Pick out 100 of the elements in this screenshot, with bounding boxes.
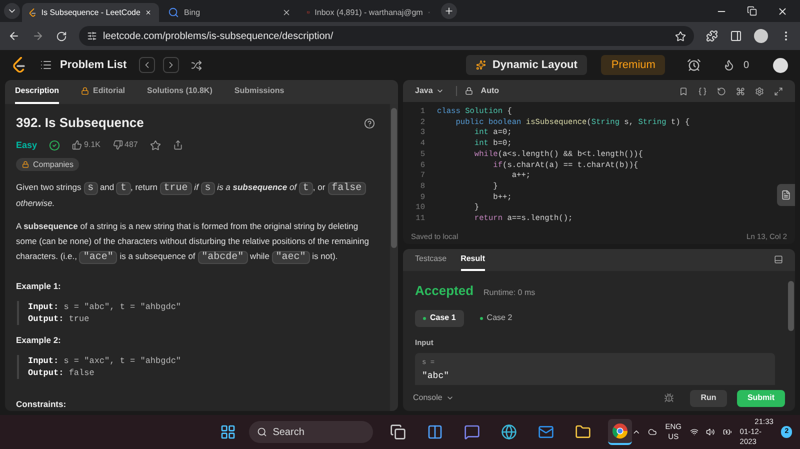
restore-icon[interactable] xyxy=(747,6,757,16)
mail-icon[interactable] xyxy=(538,424,554,440)
settings-icon[interactable] xyxy=(755,86,764,96)
chrome-icon[interactable] xyxy=(612,423,628,439)
panel-tab[interactable]: Editorial xyxy=(81,80,126,104)
panel-tab[interactable]: Testcase xyxy=(415,249,447,271)
like-icon[interactable] xyxy=(72,140,82,150)
like-count: 9.1K xyxy=(84,139,100,151)
dislike-count: 487 xyxy=(124,139,138,151)
extensions-icon[interactable] xyxy=(706,30,718,42)
streak-icon[interactable] xyxy=(723,59,736,71)
profile-avatar[interactable] xyxy=(754,29,768,43)
layout-icon[interactable] xyxy=(774,255,783,264)
browser-tab[interactable]: Inbox (4,891) - warthanaj@gm xyxy=(300,3,437,22)
start-icon[interactable] xyxy=(220,424,236,440)
expand-icon[interactable] xyxy=(774,86,783,96)
verdict-text: Accepted xyxy=(415,282,474,300)
previous-button[interactable] xyxy=(138,57,155,73)
forward-icon[interactable] xyxy=(32,30,44,42)
sparkle-icon xyxy=(476,60,486,70)
leetcode-logo-icon[interactable] xyxy=(12,56,26,74)
shuffle-icon[interactable] xyxy=(190,60,202,70)
shortcuts-icon[interactable] xyxy=(736,86,745,96)
logo-icon xyxy=(29,6,36,18)
favorite-star-icon[interactable] xyxy=(150,140,161,150)
reload-icon[interactable] xyxy=(56,30,67,42)
debug-icon[interactable] xyxy=(664,393,674,403)
console-toggle[interactable]: Console xyxy=(413,392,454,404)
notes-button[interactable] xyxy=(777,184,795,206)
problem-title: 392. Is Subsequence xyxy=(16,116,144,130)
browser-tab[interactable]: Bing xyxy=(161,3,298,22)
example-line: Input: s = "abc", t = "ahbgdc" xyxy=(28,300,182,313)
search-icon xyxy=(256,427,267,437)
chat-icon[interactable] xyxy=(464,424,480,440)
constraints-title: Constraints: xyxy=(16,398,68,411)
browser-tab[interactable]: Is Subsequence - LeetCode xyxy=(22,3,159,22)
note-icon xyxy=(781,190,791,200)
scrollbar-thumb[interactable] xyxy=(391,108,397,248)
tab-search-button[interactable] xyxy=(4,3,20,19)
bookmark-star-icon[interactable] xyxy=(675,30,686,42)
url-text: leetcode.com/problems/is-subsequence/description/ xyxy=(103,30,334,44)
case-tab[interactable]: Case 1 xyxy=(415,310,464,326)
example-line: Output: false xyxy=(28,366,94,379)
next-button[interactable] xyxy=(162,57,179,73)
close-icon[interactable] xyxy=(145,8,152,17)
example-title: Example 1: xyxy=(16,280,62,293)
taskbar-app[interactable] xyxy=(608,419,632,445)
wifi-icon[interactable] xyxy=(690,427,698,437)
runtime-text: Runtime: 0 ms xyxy=(484,287,536,299)
tab-title: Bing xyxy=(184,6,202,18)
close-icon[interactable] xyxy=(282,8,291,17)
side-panel-icon[interactable] xyxy=(730,30,742,42)
panel-tab[interactable]: Description xyxy=(15,80,60,104)
windows-icon[interactable] xyxy=(390,424,406,440)
bookmark-icon[interactable] xyxy=(679,86,688,96)
cloud-icon[interactable] xyxy=(648,427,658,437)
plus-icon xyxy=(444,6,454,16)
address-field[interactable]: leetcode.com/problems/is-subsequence/description/ xyxy=(79,26,694,46)
run-button[interactable]: Run xyxy=(690,390,727,406)
premium-button[interactable]: Premium xyxy=(601,55,666,75)
back-icon[interactable] xyxy=(8,30,20,42)
timer-icon[interactable] xyxy=(687,58,702,72)
companies-tag[interactable]: Companies xyxy=(16,158,80,171)
problem-list-link[interactable]: Problem List xyxy=(60,56,127,74)
info-icon[interactable] xyxy=(364,118,375,128)
user-avatar[interactable] xyxy=(773,58,788,72)
autocomplete-mode: Auto xyxy=(480,85,500,97)
new-tab-button[interactable] xyxy=(441,3,457,19)
panel-tab[interactable]: Result xyxy=(460,249,486,271)
panel-tab[interactable]: Submissions xyxy=(234,80,284,104)
browser-icon[interactable] xyxy=(500,424,517,440)
example-line: Input: s = "axc", t = "ahbgdc" xyxy=(28,354,182,367)
reset-icon[interactable] xyxy=(717,86,726,96)
volume-icon[interactable] xyxy=(706,427,716,437)
problem-statement: A subsequence of a string is a new string that is formed from the original string by deleting some (can be none) of the characters without disturbing the relative positions of the remaining characters. (i.e., "ace" is a subsequence of "abcde" while "aec" is not). xyxy=(16,220,370,265)
lock-icon xyxy=(22,161,29,168)
lock-icon xyxy=(81,87,90,95)
taskbar-search-field[interactable]: Search xyxy=(248,421,373,443)
share-icon[interactable] xyxy=(172,140,183,150)
problem-statement: Given two strings s and t , return true if s is a subsequence of t , or false otherwise. xyxy=(16,180,379,211)
close-icon[interactable] xyxy=(777,6,788,17)
streak-count: 0 xyxy=(743,58,749,72)
battery-icon[interactable] xyxy=(723,427,732,437)
dynamic-layout-button[interactable]: Dynamic Layout xyxy=(466,55,588,75)
folder-icon[interactable] xyxy=(574,424,591,440)
dislike-icon[interactable] xyxy=(112,140,122,150)
chevron-down-icon xyxy=(446,394,454,402)
widgets-icon[interactable] xyxy=(426,424,443,440)
panel-tab[interactable]: Solutions (10.8K) xyxy=(147,80,212,104)
difficulty-label: Easy xyxy=(16,139,38,152)
language-select[interactable]: Java xyxy=(415,85,444,97)
example-line: Output: true xyxy=(28,312,90,325)
case-tab[interactable]: Case 2 xyxy=(472,310,520,326)
search-icon xyxy=(168,7,179,18)
site-settings-icon xyxy=(87,31,97,41)
chevron-down-icon xyxy=(436,87,444,95)
format-icon[interactable] xyxy=(698,86,707,96)
lock-icon xyxy=(464,87,473,95)
scrollbar-thumb[interactable] xyxy=(788,281,794,331)
tab-title: Is Subsequence - LeetCode xyxy=(41,6,140,18)
